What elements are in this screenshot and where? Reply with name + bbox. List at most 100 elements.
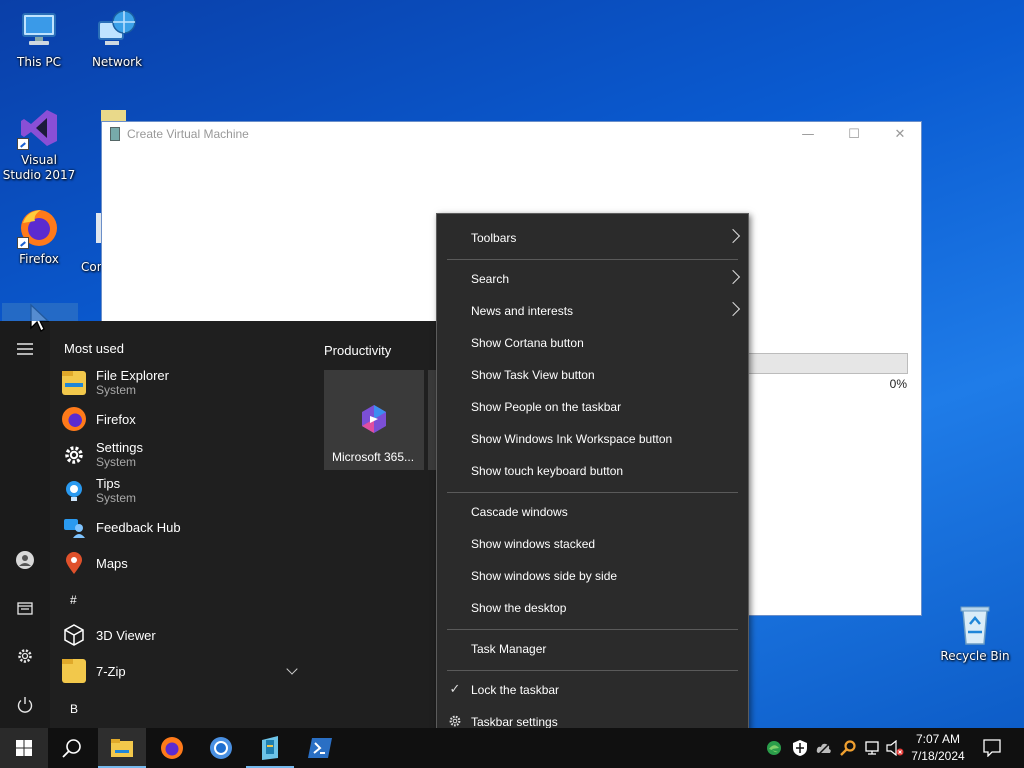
app-name: Feedback Hub — [96, 519, 181, 535]
key-icon[interactable] — [840, 740, 856, 756]
menu-item-label: Show Task View button — [471, 368, 595, 382]
menu-item-cascade-windows[interactable]: Cascade windows — [437, 496, 748, 528]
app-name: Maps — [96, 555, 128, 571]
menu-separator — [447, 670, 738, 671]
chevron-right-icon — [725, 269, 741, 285]
menu-separator — [447, 259, 738, 260]
menu-item-label: Cascade windows — [471, 505, 568, 519]
power-icon — [17, 697, 33, 713]
menu-item-windows-stacked[interactable]: Show windows stacked — [437, 528, 748, 560]
desktop-icon-label: This PC — [17, 55, 61, 69]
app-7-zip[interactable]: 7-Zip — [62, 654, 302, 688]
chrome-icon — [210, 737, 232, 759]
menu-item-side-by-side[interactable]: Show windows side by side — [437, 560, 748, 592]
menu-item-toolbars[interactable]: Toolbars — [437, 222, 748, 254]
desktop-icon-firefox[interactable]: Firefox — [1, 205, 77, 267]
menu-item-show-ink-workspace[interactable]: Show Windows Ink Workspace button — [437, 423, 748, 455]
start-button[interactable] — [0, 728, 48, 768]
taskbar-context-menu: Toolbars Search News and interests Show … — [436, 213, 749, 747]
taskbar-chrome[interactable] — [197, 728, 245, 768]
checkmark-icon: ✓ — [449, 681, 461, 696]
taskbar-file-explorer[interactable] — [98, 728, 146, 768]
menu-item-label: Show windows side by side — [471, 569, 618, 583]
desktop-icon-label: Network — [91, 55, 143, 69]
maximize-button[interactable]: ☐ — [831, 122, 877, 146]
desktop-icon-label: Visual Studio 2017 — [2, 153, 76, 182]
edge-icon[interactable] — [766, 740, 782, 756]
notification-icon[interactable] — [983, 739, 1001, 758]
desktop-icon-network[interactable]: Network — [79, 8, 155, 70]
taskbar-firefox[interactable] — [148, 728, 196, 768]
app-name: File Explorer — [96, 368, 169, 383]
gear-icon — [62, 443, 86, 467]
tile-microsoft-365[interactable]: Microsoft 365... — [324, 370, 424, 470]
menu-item-show-touch-keyboard[interactable]: Show touch keyboard button — [437, 455, 748, 487]
app-tips[interactable]: Tips System — [62, 474, 302, 508]
menu-item-news-and-interests[interactable]: News and interests — [437, 295, 748, 327]
folder-icon — [111, 739, 133, 757]
menu-item-show-task-view[interactable]: Show Task View button — [437, 359, 748, 391]
user-account-button[interactable] — [0, 540, 50, 580]
cube-icon — [62, 623, 86, 647]
app-3d-viewer[interactable]: 3D Viewer — [62, 618, 302, 652]
menu-separator — [447, 492, 738, 493]
cloud-icon[interactable] — [816, 740, 832, 756]
menu-item-show-desktop[interactable]: Show the desktop — [437, 592, 748, 624]
minimize-button[interactable]: — — [785, 122, 831, 146]
menu-item-show-cortana[interactable]: Show Cortana button — [437, 327, 748, 359]
search-icon — [62, 739, 81, 758]
clock-time: 7:07 AM — [915, 732, 961, 746]
app-name: Settings — [96, 440, 143, 455]
lightbulb-icon — [62, 479, 86, 503]
tile-partial[interactable] — [428, 370, 436, 470]
window-title: Create Virtual Machine — [127, 127, 249, 141]
letter-header-hash[interactable]: # — [70, 593, 77, 607]
menu-item-lock-taskbar[interactable]: ✓ Lock the taskbar — [437, 674, 748, 706]
menu-item-label: Show windows stacked — [471, 537, 596, 551]
power-button[interactable] — [0, 685, 50, 725]
app-name: 7-Zip — [96, 663, 126, 679]
desktop-icon-visual-studio[interactable]: Visual Studio 2017 — [1, 106, 77, 183]
taskbar-vm-app[interactable] — [246, 728, 294, 768]
taskbar-clock[interactable]: 7:07 AM 7/18/2024 — [907, 731, 969, 765]
archive-icon — [262, 736, 278, 760]
menu-item-label: Taskbar settings — [471, 715, 558, 729]
close-button[interactable]: ✕ — [877, 122, 923, 146]
documents-button[interactable] — [0, 588, 50, 628]
app-file-explorer[interactable]: File Explorer System — [62, 366, 302, 400]
taskbar[interactable]: 7:07 AM 7/18/2024 — [0, 728, 1024, 768]
feedback-icon — [62, 515, 86, 539]
app-settings[interactable]: Settings System — [62, 438, 302, 472]
desktop-icon-label: Recycle Bin — [940, 649, 1010, 663]
desktop-icon-this-pc[interactable]: This PC — [1, 8, 77, 70]
documents-icon — [17, 602, 33, 615]
menu-item-label: Show the desktop — [471, 601, 567, 615]
hamburger-icon — [17, 343, 33, 355]
menu-item-show-people[interactable]: Show People on the taskbar — [437, 391, 748, 423]
app-name: Firefox — [96, 411, 136, 427]
letter-header-b[interactable]: B — [70, 702, 78, 716]
app-feedback-hub[interactable]: Feedback Hub — [62, 510, 302, 544]
menu-item-label: Show Cortana button — [471, 336, 584, 350]
network-status-icon[interactable] — [864, 740, 880, 756]
desktop-icon-recycle-bin[interactable]: Recycle Bin — [937, 602, 1013, 664]
menu-item-search[interactable]: Search — [437, 263, 748, 295]
app-maps[interactable]: Maps — [62, 546, 302, 580]
menu-item-label: News and interests — [471, 304, 574, 318]
menu-item-label: Lock the taskbar — [471, 683, 560, 697]
tile-label: Microsoft 365... — [332, 450, 415, 464]
menu-item-task-manager[interactable]: Task Manager — [437, 633, 748, 665]
network-icon — [95, 8, 139, 52]
windows-logo-icon — [16, 740, 32, 756]
menu-separator — [447, 629, 738, 630]
search-button[interactable] — [48, 728, 96, 768]
desktop-icon-label: Firefox — [19, 252, 59, 266]
hamburger-menu-button[interactable] — [0, 329, 50, 369]
settings-button[interactable] — [0, 636, 50, 676]
volume-muted-icon[interactable] — [886, 739, 904, 757]
app-firefox[interactable]: Firefox — [62, 402, 302, 436]
start-rail — [0, 321, 50, 728]
taskbar-powershell[interactable] — [296, 728, 344, 768]
productivity-heading: Productivity — [324, 343, 392, 358]
security-icon[interactable] — [792, 740, 808, 756]
